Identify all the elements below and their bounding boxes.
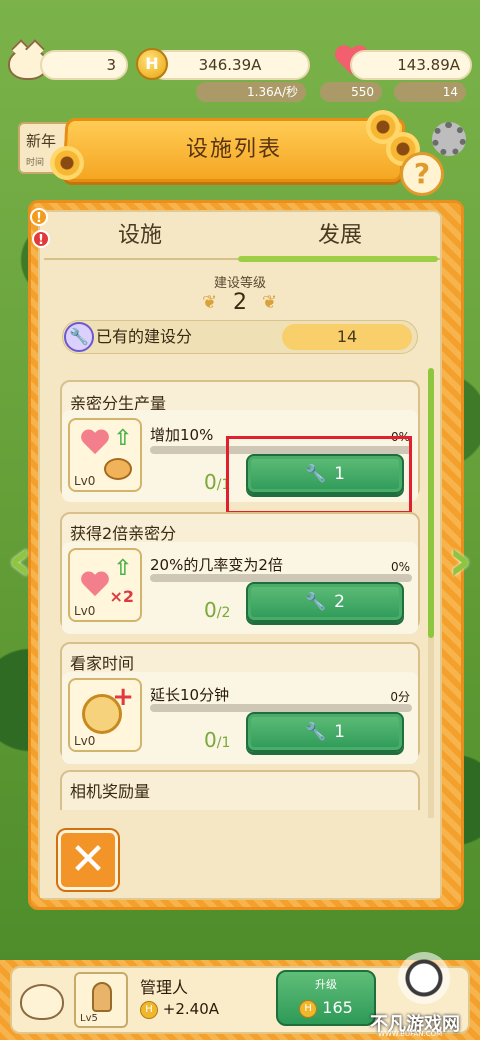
coin-icon: H	[136, 48, 168, 80]
manager-figure-icon	[92, 982, 112, 1012]
manager-avatar[interactable]: Lv5	[74, 972, 128, 1028]
wrench-icon: 🔧	[64, 322, 94, 352]
cat-icon	[20, 984, 64, 1020]
facility-level: Lv0	[74, 474, 96, 488]
wrench-icon: 🔧	[305, 592, 327, 612]
facility-progress: 0%	[390, 560, 410, 574]
tab-facilities[interactable]: 设施	[40, 212, 240, 260]
manager-name: 管理人	[140, 978, 189, 997]
active-tab-indicator	[238, 256, 438, 262]
income-rate: 1.36A/秒	[196, 82, 306, 102]
facility-thumbnail: ⇧ ×2 Lv0	[68, 548, 142, 622]
facility-effect: 延长10分钟	[150, 686, 230, 704]
arrow-up-icon: ⇧	[113, 426, 132, 451]
page-title: 设施列表	[185, 137, 282, 162]
manager-upgrade-button[interactable]: 升级 H 165	[276, 970, 376, 1026]
heart-icon	[80, 572, 110, 598]
manager-level: Lv5	[80, 1013, 98, 1024]
heart-icon	[80, 430, 110, 456]
facility-progress-bar	[150, 704, 412, 712]
facility-count: 0/1	[204, 728, 231, 752]
facility-thumbnail: ⇧ Lv0	[68, 418, 142, 492]
tab-development[interactable]: 发展	[240, 212, 440, 260]
help-button[interactable]: ?	[400, 152, 444, 196]
upgrade-button[interactable]: 🔧 2	[246, 582, 404, 622]
upgrade-label: 升级	[315, 978, 337, 991]
facility-count: 0/2	[204, 598, 231, 622]
facility-level: Lv0	[74, 734, 96, 748]
gear-icon[interactable]	[432, 122, 466, 156]
gem-count: 550	[320, 82, 382, 102]
construction-points-label: 已有的建设分	[96, 327, 193, 346]
plus-icon: +	[112, 682, 134, 712]
scrollbar-thumb[interactable]	[428, 368, 434, 638]
watermark-url: WWW.BUFAN.COM	[378, 1030, 443, 1038]
heart-total: 143.89A	[350, 50, 472, 80]
wrench-count: 14	[394, 82, 466, 102]
event-label: 新年	[26, 132, 57, 150]
wrench-icon: 🔧	[305, 722, 327, 742]
facility-level: Lv0	[74, 604, 96, 618]
facility-progress-bar	[150, 574, 412, 582]
hamster-icon	[104, 458, 132, 480]
watermark-logo	[398, 952, 450, 1004]
facility-title: 获得2倍亲密分	[70, 524, 177, 543]
facility-title: 相机奖励量	[70, 782, 151, 801]
tutorial-highlight	[226, 436, 412, 514]
facility-thumbnail: + Lv0	[68, 678, 142, 752]
alert-icon: !	[32, 230, 50, 248]
facility-title: 看家时间	[70, 654, 135, 673]
construction-points-value: 14	[282, 324, 412, 350]
manager-rate: H +2.40A	[140, 1000, 219, 1019]
notice-icon: !	[30, 208, 48, 226]
facility-progress: 0分	[390, 690, 410, 704]
next-page-button[interactable]: ›	[444, 530, 476, 590]
arrow-up-icon: ⇧	[113, 556, 132, 581]
construction-level-value: 2	[233, 290, 247, 315]
cat-count: 3	[40, 50, 128, 80]
double-icon: ×2	[109, 587, 134, 606]
construction-level-label: 建设等级	[213, 276, 266, 291]
coin-total: 346.39A	[150, 50, 310, 80]
prev-page-button[interactable]: ‹	[4, 530, 36, 590]
coin-icon: H	[140, 1000, 158, 1019]
close-button[interactable]: ✕	[58, 830, 118, 890]
upgrade-button[interactable]: 🔧 1	[246, 712, 404, 752]
facility-effect: 20%的几率变为2倍	[150, 556, 283, 574]
flower-icon	[50, 146, 84, 180]
coin-icon: H	[299, 999, 318, 1018]
facility-effect: 增加10%	[150, 426, 214, 444]
upgrade-cost: H 165	[278, 998, 374, 1018]
laurel-right-icon: ❦	[262, 292, 278, 313]
